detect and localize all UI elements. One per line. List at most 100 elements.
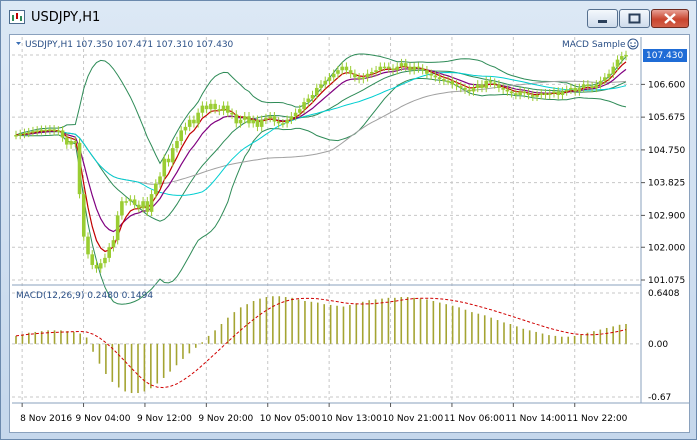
candle-body	[429, 73, 433, 76]
candle-body	[399, 63, 404, 67]
candle-body	[162, 158, 167, 177]
candle-body	[581, 84, 586, 88]
candle-body	[209, 103, 213, 110]
time-label: 9 Nov 12:00	[137, 414, 192, 424]
candle-body	[416, 66, 421, 69]
candle-body	[18, 133, 23, 136]
candle-body	[276, 121, 281, 124]
candle-body	[196, 112, 200, 124]
candle-body	[306, 98, 311, 103]
candle-body	[370, 71, 374, 74]
candle-body	[336, 70, 340, 74]
candle-body	[594, 84, 599, 88]
candle-body	[509, 91, 514, 94]
candle-body	[522, 91, 527, 94]
macd-indicator	[15, 296, 627, 394]
candle-body	[242, 116, 247, 120]
time-label: 10 Nov 13:00	[321, 414, 382, 424]
candle-body	[467, 89, 472, 92]
candle-body	[90, 254, 95, 265]
candle-body	[615, 59, 620, 67]
minimize-icon	[598, 20, 607, 23]
minimize-button[interactable]	[587, 9, 618, 28]
chart-area[interactable]: USDJPY,H1 107.350 107.471 107.310 107.43…	[9, 34, 690, 433]
candle-body	[348, 70, 353, 74]
candle-body	[94, 264, 99, 269]
candle-body	[183, 126, 188, 131]
price-label: 103.825	[648, 179, 685, 189]
candle-body	[124, 201, 128, 203]
candle-body	[619, 56, 624, 60]
candle-body	[471, 87, 476, 92]
candle-body	[289, 116, 294, 120]
maximize-icon	[628, 13, 641, 24]
bollinger-upper-line	[15, 53, 627, 165]
candle-body	[145, 201, 150, 212]
candle-body	[475, 84, 480, 88]
candle-body	[458, 86, 463, 88]
candle-body	[111, 240, 116, 248]
candle-body	[437, 77, 442, 80]
candle-body	[497, 84, 501, 88]
candle-body	[247, 116, 251, 124]
candle-body	[39, 129, 44, 132]
candle-body	[327, 77, 332, 81]
candle-body	[128, 199, 133, 202]
candle-body	[251, 119, 256, 124]
expert-advisor-label[interactable]: MACD Sample	[562, 40, 626, 50]
candle-body	[52, 129, 56, 132]
candle-body	[403, 63, 408, 67]
candle-body	[120, 201, 124, 216]
candle-body	[175, 141, 179, 149]
candle-body	[539, 93, 544, 96]
window-titlebar[interactable]: USDJPY,H1	[1, 1, 696, 35]
time-label: 11 Nov 22:00	[567, 414, 628, 424]
price-label: 104.750	[648, 146, 685, 156]
time-label: 10 Nov 05:00	[260, 414, 321, 424]
candle-body	[213, 103, 217, 110]
candle-body	[552, 91, 556, 94]
candle-body	[412, 66, 416, 71]
candle-body	[43, 129, 48, 132]
candle-body	[170, 148, 175, 163]
candle-body	[98, 263, 103, 269]
candle-body	[577, 87, 582, 92]
candle-body	[103, 257, 107, 264]
candle-body	[281, 123, 285, 125]
macd-signal-line	[15, 297, 627, 389]
price-chart[interactable]: USDJPY,H1 107.350 107.471 107.310 107.43…	[10, 35, 689, 432]
candle-body	[607, 73, 611, 78]
candle-body	[238, 119, 243, 124]
candle-body	[31, 131, 35, 133]
price-label: 101.075	[648, 276, 685, 286]
candle-body	[586, 84, 590, 87]
chart-window-icon	[9, 10, 25, 24]
candle-body	[192, 119, 196, 124]
candle-body	[556, 91, 561, 96]
close-button[interactable]	[651, 9, 689, 28]
dropdown-triangle-icon[interactable]	[16, 42, 21, 45]
time-label: 10 Nov 21:00	[383, 414, 444, 424]
smiley-icon	[627, 38, 639, 50]
candle-body	[310, 95, 315, 99]
macd-axis: 0.6408 0.00 -0.67	[648, 289, 680, 403]
candle-body	[442, 79, 446, 81]
candle-body	[331, 73, 336, 78]
candle-body	[69, 141, 73, 145]
macd-label: MACD(12,26,9) 0.2480 0.1494	[16, 291, 153, 301]
candle-body	[115, 215, 120, 241]
candle-body	[386, 66, 391, 69]
candle-body	[603, 77, 607, 81]
candle-body	[365, 73, 370, 78]
candle-body	[573, 87, 577, 92]
candle-body	[535, 95, 539, 97]
maximize-button[interactable]	[619, 9, 650, 28]
candle-body	[22, 132, 27, 135]
candle-body	[492, 82, 497, 85]
candle-body	[200, 105, 205, 113]
candle-body	[357, 77, 361, 80]
candle-body	[378, 66, 383, 71]
candle-body	[65, 137, 69, 145]
candle-body	[187, 119, 192, 127]
candle-body	[501, 87, 505, 90]
